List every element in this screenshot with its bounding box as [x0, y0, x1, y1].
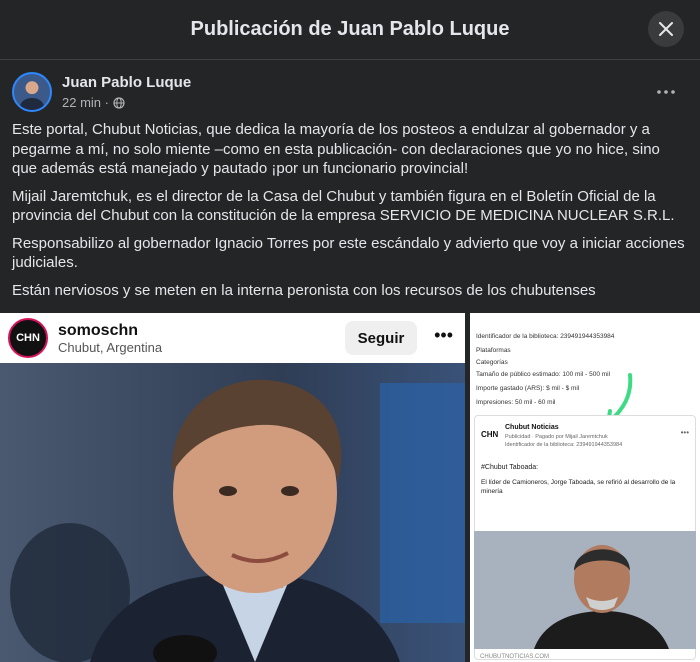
- ad-photo: [474, 531, 696, 649]
- modal-header: Publicación de Juan Pablo Luque: [0, 0, 700, 60]
- ad-hashtag: #Chubut Taboada:: [481, 464, 539, 471]
- chn-logo: CHN: [8, 318, 48, 358]
- modal-title: Publicación de Juan Pablo Luque: [190, 18, 510, 40]
- post-image-left[interactable]: CHN somoschn Chubut, Argentina Seguir ••…: [0, 313, 465, 662]
- instagram-account: somoschn Chubut, Argentina: [58, 322, 162, 355]
- instagram-location: Chubut, Argentina: [58, 339, 163, 355]
- portrait-illustration: [0, 363, 465, 662]
- post-paragraph: Están nerviosos y se meten en la interna…: [12, 281, 596, 299]
- amount-spent: Importe gastado (ARS): $ mil - $ mil: [476, 385, 580, 392]
- more-options-icon: [657, 90, 675, 94]
- ad-page-logo: CHN: [481, 430, 499, 439]
- instagram-header: CHN somoschn Chubut, Argentina Seguir ••…: [0, 313, 465, 363]
- ad-paid-by: Publicidad · Pagado por Mijail Jaremtchu…: [505, 434, 608, 440]
- post-paragraph: Mijail Jaremtchuk, es el director de la …: [12, 187, 675, 225]
- post-paragraph: Responsabilizo al gobernador Ignacio Tor…: [12, 234, 685, 272]
- ad-more-icon: •••: [680, 428, 689, 437]
- close-icon: [659, 22, 673, 36]
- more-options-button[interactable]: [652, 78, 680, 106]
- globe-icon: [113, 96, 125, 109]
- author-block: Juan Pablo Luque 22 min ·: [62, 74, 191, 110]
- ad-photo-illustration: [474, 531, 696, 649]
- ad-page-name: Chubut Noticias: [505, 424, 559, 431]
- post-meta: 22 min ·: [62, 95, 191, 110]
- instagram-username: somoschn: [58, 321, 139, 339]
- post-image-right[interactable]: Identificador de la biblioteca: 23949194…: [470, 313, 700, 662]
- instagram-more-icon: •••: [434, 325, 453, 345]
- ad-body-text: El líder de Camioneros, Jorge Taboada, s…: [481, 479, 676, 495]
- avatar[interactable]: [12, 72, 52, 112]
- categories-label: Categorías: [476, 359, 508, 366]
- man-portrait-photo: [0, 363, 465, 662]
- platforms-label: Plataformas: [476, 347, 511, 354]
- ad-url: CHUBUTNOTICIAS.COM: [480, 654, 549, 660]
- follow-button: Seguir: [345, 321, 417, 355]
- library-id: Identificador de la biblioteca: 23949194…: [476, 333, 615, 340]
- post-text: Este portal, Chubut Noticias, que dedica…: [12, 120, 688, 308]
- post-time[interactable]: 22 min ·: [62, 95, 109, 110]
- author-name[interactable]: Juan Pablo Luque: [62, 74, 191, 91]
- post-header: Juan Pablo Luque 22 min ·: [12, 70, 688, 114]
- ad-library-id: Identificador de la biblioteca: 23949194…: [505, 442, 623, 448]
- post-paragraph: Este portal, Chubut Noticias, que dedica…: [12, 121, 660, 177]
- close-button[interactable]: [648, 11, 684, 47]
- impressions: Impresiones: 50 mil - 60 mil: [476, 399, 556, 406]
